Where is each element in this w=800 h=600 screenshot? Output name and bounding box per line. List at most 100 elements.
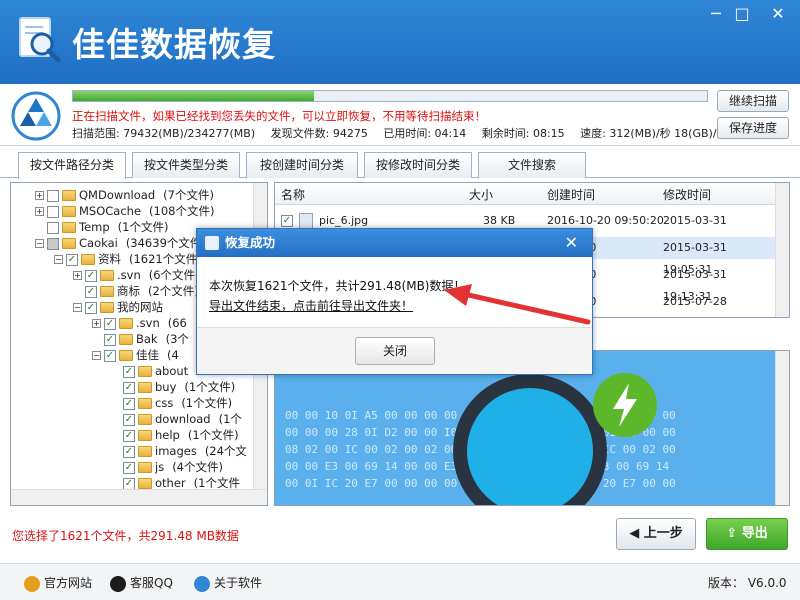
folder-icon: [138, 462, 152, 473]
tree-item-label: QMDownload: [79, 188, 156, 202]
official-site-link[interactable]: 官方网站: [24, 574, 92, 592]
collapse-toggle-icon[interactable]: −: [35, 239, 44, 248]
file-checkbox[interactable]: ✓: [281, 215, 293, 227]
site-label: 官方网站: [44, 576, 93, 590]
folder-icon: [138, 366, 152, 377]
col-modified-header[interactable]: 修改时间: [663, 186, 711, 203]
tree-checkbox[interactable]: ✓: [85, 269, 97, 282]
tree-item[interactable]: ✓ Bak (3个: [92, 331, 189, 347]
elapsed-time: 已用时间: 04:14: [383, 127, 467, 140]
open-export-folder-link[interactable]: 导出文件结束，点击前往导出文件夹！: [209, 297, 413, 314]
tree-item[interactable]: − ✓ 佳佳 (4: [92, 347, 179, 363]
tree-checkbox[interactable]: [47, 237, 59, 250]
lightning-icon: [593, 373, 657, 437]
scan-status-area: 正在扫描文件，如果已经找到您丢失的文件，可以立即恢复，不用等待扫描结束！ 扫描范…: [0, 84, 800, 146]
tree-item[interactable]: ✓ 商标 (2个文件): [73, 283, 199, 299]
close-window-button[interactable]: ✕: [766, 4, 790, 24]
tree-checkbox[interactable]: [47, 221, 59, 234]
tab-by-modified-time[interactable]: 按修改时间分类: [364, 152, 472, 178]
tree-item-count: (4: [167, 348, 179, 362]
tree-item[interactable]: + QMDownload (7个文件): [35, 187, 214, 203]
tab-by-type[interactable]: 按文件类型分类: [132, 152, 240, 178]
scan-progress-fill: [73, 91, 314, 101]
about-software-link[interactable]: 关于软件: [194, 574, 262, 592]
collapse-toggle-icon[interactable]: −: [92, 351, 101, 360]
tree-item-count: (1个文件: [193, 476, 240, 490]
tree-item[interactable]: − ✓ 资料 (1621个文件): [54, 251, 202, 267]
tree-horizontal-scrollbar[interactable]: [11, 489, 267, 505]
tree-checkbox[interactable]: ✓: [85, 301, 97, 314]
support-qq-link[interactable]: 客服QQ: [110, 574, 173, 592]
dialog-title: 恢复成功: [225, 235, 276, 250]
folder-icon: [138, 478, 152, 489]
tree-item-label: 资料: [98, 252, 121, 266]
collapse-toggle-icon[interactable]: −: [54, 255, 63, 264]
tree-checkbox[interactable]: ✓: [123, 381, 135, 394]
tree-item[interactable]: ✓ help (1个文件): [111, 427, 239, 443]
collapse-toggle-icon[interactable]: −: [73, 303, 82, 312]
tree-item[interactable]: ✓ download (1个: [111, 411, 242, 427]
version-text: 版本： V6.0.0: [708, 576, 787, 590]
tree-item-label: 我的网站: [117, 300, 163, 314]
minimize-button[interactable]: ─: [704, 4, 728, 24]
tree-checkbox[interactable]: ✓: [104, 349, 116, 362]
tree-item[interactable]: ✓ images (24个文: [111, 443, 247, 459]
tree-checkbox[interactable]: ✓: [123, 461, 135, 474]
maximize-button[interactable]: □: [730, 4, 754, 24]
expand-toggle-icon[interactable]: +: [73, 271, 82, 280]
tree-checkbox[interactable]: ✓: [66, 253, 78, 266]
dialog-close-button[interactable]: 关闭: [355, 337, 435, 365]
tree-item[interactable]: + ✓ .svn (66: [92, 315, 187, 331]
tree-item[interactable]: ✓ js (4个文件): [111, 459, 223, 475]
tree-item[interactable]: Temp (1个文件): [35, 219, 168, 235]
col-created-header[interactable]: 创建时间: [547, 186, 595, 203]
dialog-message: 本次恢复1621个文件，共计291.48(MB)数据！: [209, 279, 466, 293]
folder-icon: [138, 414, 152, 425]
scan-message: 正在扫描文件，如果已经找到您丢失的文件，可以立即恢复，不用等待扫描结束！: [72, 109, 486, 123]
tree-checkbox[interactable]: ✓: [104, 317, 116, 330]
tree-item[interactable]: − Caokai (34639个文件): [35, 235, 206, 251]
tree-item[interactable]: ✓ css (1个文件): [111, 395, 232, 411]
tree-item-count: (1个: [218, 412, 242, 426]
tree-checkbox[interactable]: [47, 205, 59, 218]
tree-item[interactable]: + MSOCache (108个文件): [35, 203, 214, 219]
export-button[interactable]: ⇪ 导出: [706, 518, 788, 550]
tree-checkbox[interactable]: ✓: [123, 445, 135, 458]
tree-item-label: .svn: [136, 316, 160, 330]
tree-item[interactable]: ✓ buy (1个文件): [111, 379, 235, 395]
expand-toggle-icon[interactable]: +: [92, 319, 101, 328]
tab-by-created-time[interactable]: 按创建时间分类: [246, 152, 358, 178]
save-progress-button[interactable]: 保存进度: [717, 117, 789, 139]
tree-checkbox[interactable]: ✓: [123, 397, 135, 410]
tree-item[interactable]: ✓ about: [111, 363, 196, 379]
tree-checkbox[interactable]: ✓: [85, 285, 97, 298]
tab-by-path[interactable]: 按文件路径分类: [18, 152, 126, 179]
expand-toggle-icon[interactable]: +: [35, 207, 44, 216]
qq-label: 客服QQ: [130, 576, 173, 590]
category-tabs: 按文件路径分类 按文件类型分类 按创建时间分类 按修改时间分类 文件搜索: [0, 146, 800, 179]
tree-checkbox[interactable]: ✓: [123, 413, 135, 426]
tree-item[interactable]: − ✓ 我的网站: [73, 299, 171, 315]
file-list-scrollbar[interactable]: [775, 183, 789, 317]
tree-checkbox[interactable]: ✓: [123, 477, 135, 490]
folder-icon: [119, 350, 133, 361]
col-size-header[interactable]: 大小: [469, 186, 493, 203]
tree-item[interactable]: + ✓ .svn (6个文件): [73, 267, 200, 283]
col-name-header[interactable]: 名称: [281, 186, 305, 203]
continue-scan-button[interactable]: 继续扫描: [717, 90, 789, 112]
dialog-close-icon[interactable]: ✕: [565, 229, 578, 257]
tree-item-count: (6个文件): [148, 268, 200, 282]
tab-file-search[interactable]: 文件搜索: [478, 152, 586, 178]
expand-toggle-icon[interactable]: +: [35, 191, 44, 200]
preview-scrollbar[interactable]: [775, 351, 789, 505]
tree-checkbox[interactable]: [47, 189, 59, 202]
scan-stats: 扫描范围: 79432(MB)/234277(MB) 发现文件数: 94275 …: [72, 125, 740, 141]
back-button[interactable]: ◀ 上一步: [616, 518, 696, 550]
tree-checkbox[interactable]: ✓: [123, 365, 135, 378]
tree-item-count: (4个文件): [172, 460, 223, 474]
tree-checkbox[interactable]: ✓: [104, 333, 116, 346]
folder-icon: [138, 446, 152, 457]
back-label: 上一步: [643, 526, 683, 541]
file-modified: 2015-07-28 23:40:28: [663, 295, 727, 308]
tree-checkbox[interactable]: ✓: [123, 429, 135, 442]
